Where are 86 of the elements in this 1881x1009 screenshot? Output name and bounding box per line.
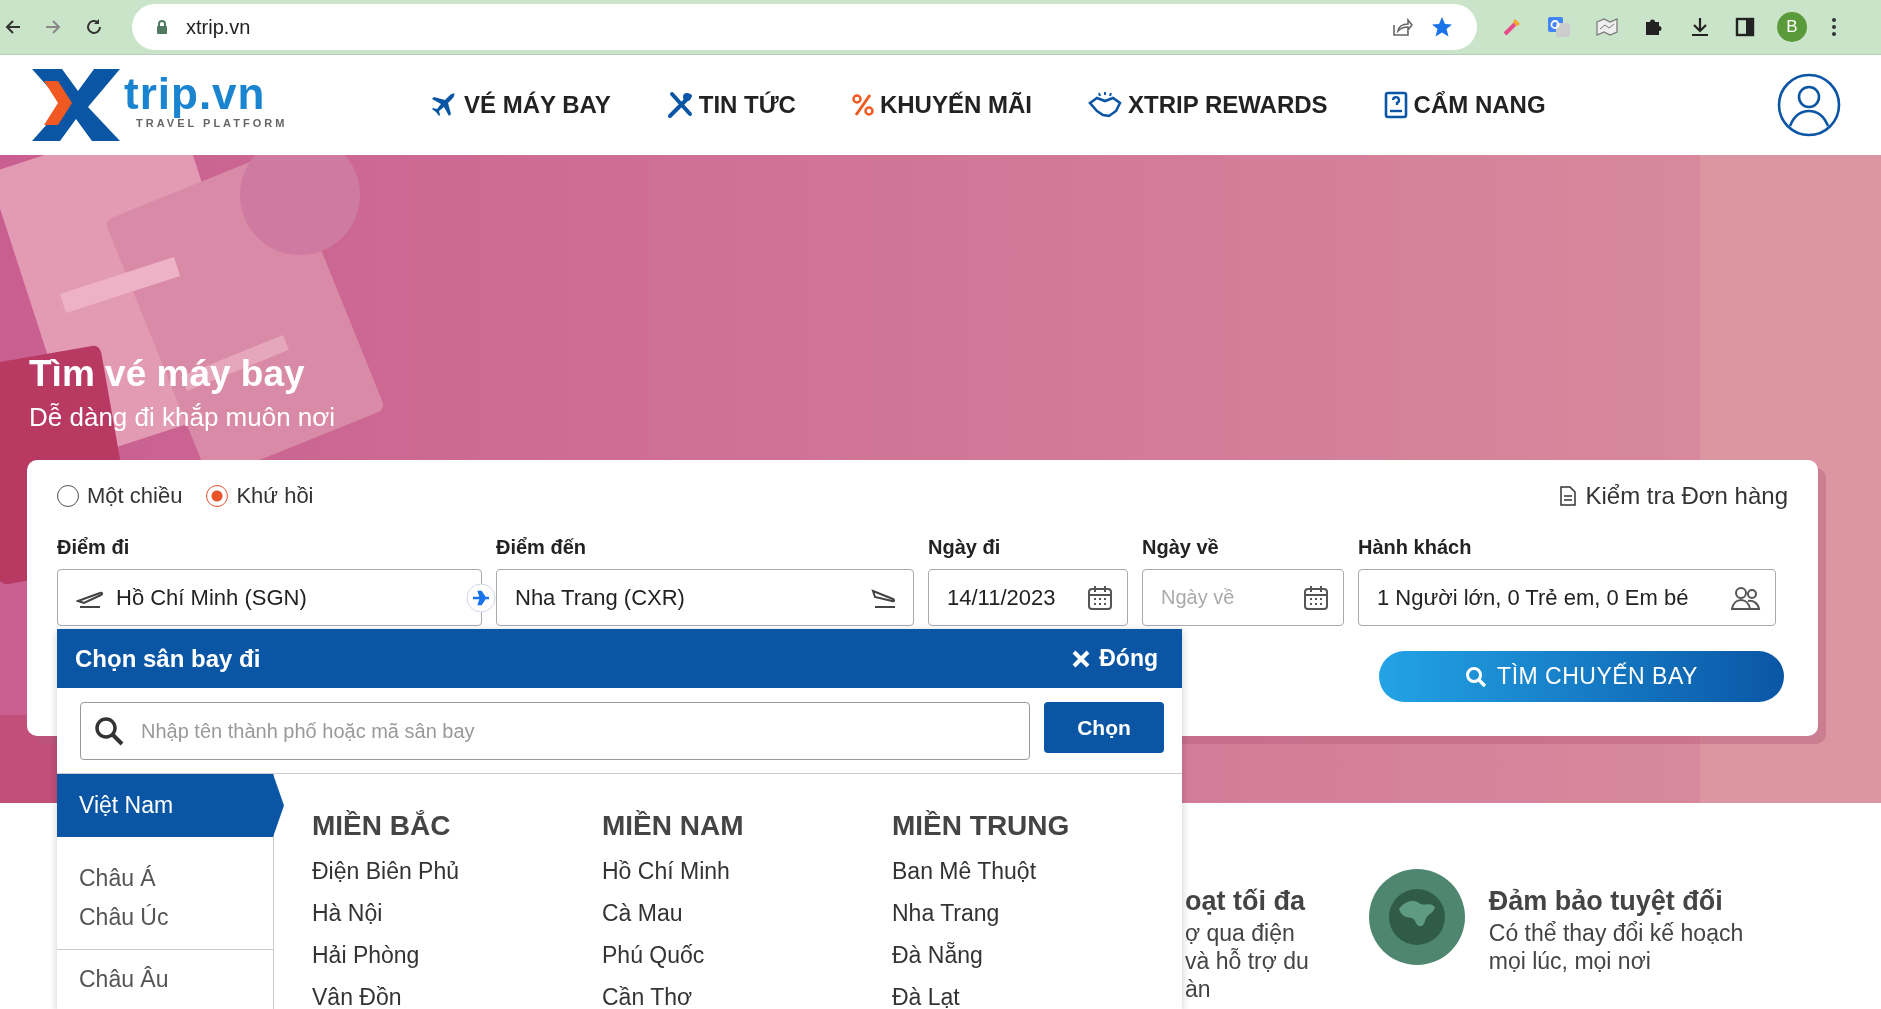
download-icon[interactable] [1689, 16, 1711, 38]
logo-tagline: TRAVEL PLATFORM [136, 117, 288, 129]
airport-link[interactable]: Nha Trang [892, 899, 1182, 928]
feature-title: oạt tối đa [1185, 885, 1307, 918]
search-icon [1465, 665, 1488, 688]
nav-link[interactable]: VÉ MÁY BAY [430, 91, 611, 119]
feature-text: Có thể thay đổi kế hoạch [1488, 919, 1744, 947]
reload-icon[interactable] [84, 17, 104, 37]
logo-text[interactable]: trip.vn [124, 71, 288, 117]
eyedropper-icon[interactable] [1501, 16, 1523, 38]
nav-link[interactable]: TIN TỨC [666, 91, 796, 119]
calendar-icon [1303, 584, 1329, 611]
field-value: Hồ Chí Minh (SGN) [116, 584, 307, 611]
passengers-field[interactable]: 1 Người lớn, 0 Trẻ em, 0 Em bé [1358, 569, 1776, 626]
lock-icon [156, 19, 168, 35]
region-heading: MIỀN TRUNG [892, 810, 1071, 842]
close-icon [1071, 648, 1092, 669]
close-button[interactable]: Đóng [1065, 644, 1164, 673]
field-label: Điểm đến [496, 536, 588, 559]
region-tab[interactable]: Việt Nam [57, 774, 284, 837]
swap-airplane-icon[interactable] [466, 583, 496, 613]
airport-link[interactable]: Đà Lạt [892, 983, 1182, 1009]
document-icon [1559, 486, 1576, 506]
translate-icon[interactable] [1547, 15, 1571, 39]
airport-link[interactable]: Đà Nẵng [892, 941, 1182, 970]
airport-link[interactable]: Hải Phòng [312, 941, 602, 970]
region-tab[interactable]: Châu Á [57, 859, 273, 898]
field-label: Ngày về [1142, 536, 1220, 559]
date-field[interactable]: 14/11/2023 [928, 569, 1128, 626]
airport-link[interactable]: Vân Đồn [312, 983, 602, 1009]
forward-icon[interactable] [44, 18, 62, 36]
feature-title: Đảm bảo tuyệt đối [1488, 885, 1724, 918]
choose-button[interactable]: Chọn [1044, 702, 1164, 753]
region-tab[interactable]: Châu Âu [57, 949, 273, 999]
pin-cross-icon [666, 91, 693, 119]
back-icon[interactable] [4, 18, 22, 36]
picker-title: Chọn sân bay đi [75, 644, 261, 673]
airport-link[interactable]: Cà Mau [602, 899, 892, 928]
people-icon [1731, 584, 1761, 611]
hero-title: Tìm vé máy bay [29, 352, 306, 396]
globe-icon [1368, 869, 1465, 965]
hero-subtitle: Dễ dàng đi khắp muôn nơi [29, 401, 337, 434]
field-label: Ngày đi [928, 536, 1002, 559]
field-label: Điểm đi [57, 536, 131, 559]
percent-icon [851, 93, 874, 117]
url-text: xtrip.vn [186, 15, 251, 39]
feature-text: àn [1185, 975, 1212, 1003]
nav-link[interactable]: CẨM NANG [1383, 91, 1546, 119]
star-icon[interactable] [1431, 16, 1453, 38]
airport-link[interactable]: Hà Nội [312, 899, 602, 928]
map-icon[interactable] [1595, 17, 1619, 37]
nav-link[interactable]: KHUYẾN MÃI [851, 91, 1032, 119]
field-value: 14/11/2023 [947, 584, 1056, 611]
search-flights-button[interactable]: TÌM CHUYẾN BAY [1379, 651, 1784, 702]
user-icon[interactable] [1777, 73, 1841, 137]
calendar-icon [1087, 584, 1113, 611]
trip-type-radio[interactable]: Khứ hồi [206, 483, 314, 509]
menu-icon[interactable] [1831, 17, 1837, 37]
region-tab[interactable]: Châu Úc [57, 898, 273, 937]
airport-link[interactable]: Cần Thơ [602, 983, 892, 1009]
airport-search-field[interactable]: Nhập tên thành phố hoặc mã sân bay [80, 702, 1030, 760]
feature-text: mọi lúc, mọi nơi [1488, 947, 1652, 975]
share-icon[interactable] [1391, 17, 1413, 37]
search-icon [94, 716, 124, 746]
airport-link[interactable]: Hồ Chí Minh [602, 857, 892, 886]
field-placeholder: Ngày về [1161, 586, 1235, 609]
feature-text: ợ qua điện [1185, 919, 1296, 947]
address-bar[interactable]: xtrip.vn [132, 4, 1477, 50]
region-heading: MIỀN NAM [602, 810, 745, 842]
airport-field[interactable]: Nha Trang (CXR) [496, 569, 914, 626]
logo-x-icon[interactable] [30, 67, 122, 143]
nav-link[interactable]: XTRIP REWARDS [1087, 91, 1328, 119]
airport-link[interactable]: Ban Mê Thuột [892, 857, 1182, 886]
trip-type-radio[interactable]: Một chiều [57, 483, 183, 509]
check-order-link[interactable]: Kiểm tra Đơn hàng [1585, 482, 1788, 510]
side-panel-icon[interactable] [1735, 17, 1755, 37]
feature-text: và hỗ trợ du [1185, 947, 1309, 975]
airport-link[interactable]: Điện Biên Phủ [312, 857, 602, 886]
question-document-icon [1383, 91, 1408, 119]
region-heading: MIỀN BẮC [312, 810, 452, 842]
airplane-icon [430, 91, 458, 119]
field-value: Nha Trang (CXR) [515, 584, 685, 611]
field-label: Hành khách [1358, 536, 1473, 559]
field-value: 1 Người lớn, 0 Trẻ em, 0 Em bé [1377, 584, 1689, 611]
airport-link[interactable]: Phú Quốc [602, 941, 892, 970]
airport-field[interactable]: Hồ Chí Minh (SGN) [57, 569, 482, 626]
